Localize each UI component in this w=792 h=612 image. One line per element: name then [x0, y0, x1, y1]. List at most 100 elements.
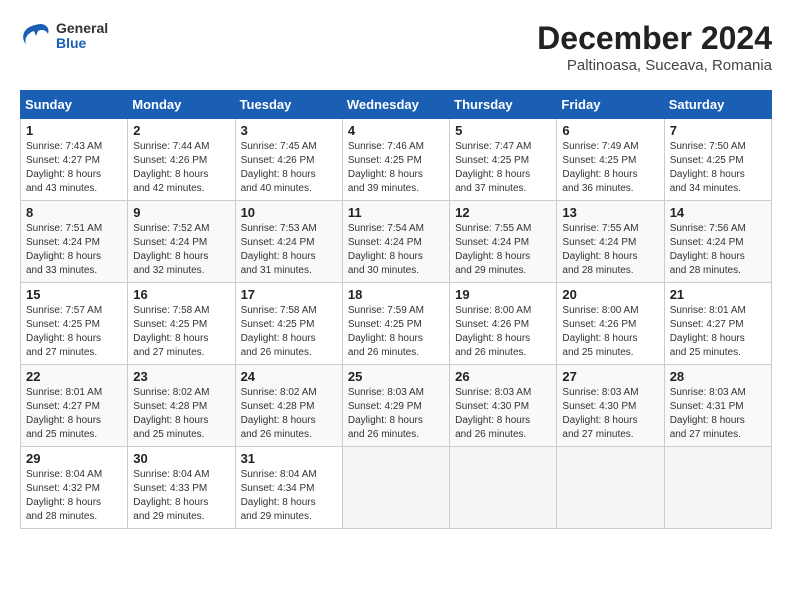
calendar-day-cell: 25 Sunrise: 8:03 AMSunset: 4:29 PMDaylig… — [342, 365, 449, 447]
weekday-header-friday: Friday — [557, 91, 664, 119]
day-number: 31 — [241, 451, 337, 466]
calendar-day-cell: 13 Sunrise: 7:55 AMSunset: 4:24 PMDaylig… — [557, 201, 664, 283]
day-number: 7 — [670, 123, 766, 138]
day-number: 16 — [133, 287, 229, 302]
calendar-week-row: 29 Sunrise: 8:04 AMSunset: 4:32 PMDaylig… — [21, 447, 772, 529]
calendar-day-cell: 4 Sunrise: 7:46 AMSunset: 4:25 PMDayligh… — [342, 119, 449, 201]
calendar-table: SundayMondayTuesdayWednesdayThursdayFrid… — [20, 90, 772, 529]
logo-general-text: General — [56, 21, 108, 36]
day-info: Sunrise: 8:03 AMSunset: 4:31 PMDaylight:… — [670, 386, 766, 442]
day-number: 15 — [26, 287, 122, 302]
calendar-title: December 2024 — [537, 20, 772, 57]
day-number: 24 — [241, 369, 337, 384]
calendar-day-cell: 12 Sunrise: 7:55 AMSunset: 4:24 PMDaylig… — [450, 201, 557, 283]
day-number: 9 — [133, 205, 229, 220]
day-info: Sunrise: 7:56 AMSunset: 4:24 PMDaylight:… — [670, 222, 766, 278]
day-number: 17 — [241, 287, 337, 302]
calendar-day-cell: 7 Sunrise: 7:50 AMSunset: 4:25 PMDayligh… — [664, 119, 771, 201]
calendar-day-cell: 19 Sunrise: 8:00 AMSunset: 4:26 PMDaylig… — [450, 283, 557, 365]
day-number: 6 — [562, 123, 658, 138]
day-info: Sunrise: 7:52 AMSunset: 4:24 PMDaylight:… — [133, 222, 229, 278]
weekday-header-saturday: Saturday — [664, 91, 771, 119]
day-info: Sunrise: 7:57 AMSunset: 4:25 PMDaylight:… — [26, 304, 122, 360]
logo-blue-text: Blue — [56, 36, 108, 51]
day-info: Sunrise: 7:46 AMSunset: 4:25 PMDaylight:… — [348, 140, 444, 196]
calendar-day-cell — [664, 447, 771, 529]
day-number: 11 — [348, 205, 444, 220]
day-number: 8 — [26, 205, 122, 220]
calendar-day-cell — [450, 447, 557, 529]
calendar-week-row: 15 Sunrise: 7:57 AMSunset: 4:25 PMDaylig… — [21, 283, 772, 365]
calendar-day-cell: 1 Sunrise: 7:43 AMSunset: 4:27 PMDayligh… — [21, 119, 128, 201]
day-info: Sunrise: 7:58 AMSunset: 4:25 PMDaylight:… — [241, 304, 337, 360]
calendar-day-cell: 23 Sunrise: 8:02 AMSunset: 4:28 PMDaylig… — [128, 365, 235, 447]
calendar-day-cell: 21 Sunrise: 8:01 AMSunset: 4:27 PMDaylig… — [664, 283, 771, 365]
calendar-day-cell: 9 Sunrise: 7:52 AMSunset: 4:24 PMDayligh… — [128, 201, 235, 283]
day-number: 22 — [26, 369, 122, 384]
day-info: Sunrise: 8:00 AMSunset: 4:26 PMDaylight:… — [562, 304, 658, 360]
calendar-day-cell: 10 Sunrise: 7:53 AMSunset: 4:24 PMDaylig… — [235, 201, 342, 283]
day-number: 14 — [670, 205, 766, 220]
calendar-day-cell: 2 Sunrise: 7:44 AMSunset: 4:26 PMDayligh… — [128, 119, 235, 201]
day-number: 2 — [133, 123, 229, 138]
logo: General Blue — [20, 20, 108, 52]
calendar-day-cell — [342, 447, 449, 529]
day-info: Sunrise: 7:47 AMSunset: 4:25 PMDaylight:… — [455, 140, 551, 196]
day-info: Sunrise: 7:43 AMSunset: 4:27 PMDaylight:… — [26, 140, 122, 196]
calendar-day-cell: 22 Sunrise: 8:01 AMSunset: 4:27 PMDaylig… — [21, 365, 128, 447]
day-number: 23 — [133, 369, 229, 384]
calendar-day-cell: 14 Sunrise: 7:56 AMSunset: 4:24 PMDaylig… — [664, 201, 771, 283]
calendar-week-row: 8 Sunrise: 7:51 AMSunset: 4:24 PMDayligh… — [21, 201, 772, 283]
weekday-header-wednesday: Wednesday — [342, 91, 449, 119]
day-info: Sunrise: 7:59 AMSunset: 4:25 PMDaylight:… — [348, 304, 444, 360]
calendar-day-cell: 8 Sunrise: 7:51 AMSunset: 4:24 PMDayligh… — [21, 201, 128, 283]
day-info: Sunrise: 7:58 AMSunset: 4:25 PMDaylight:… — [133, 304, 229, 360]
calendar-day-cell: 30 Sunrise: 8:04 AMSunset: 4:33 PMDaylig… — [128, 447, 235, 529]
calendar-day-cell: 31 Sunrise: 8:04 AMSunset: 4:34 PMDaylig… — [235, 447, 342, 529]
calendar-day-cell: 11 Sunrise: 7:54 AMSunset: 4:24 PMDaylig… — [342, 201, 449, 283]
day-info: Sunrise: 8:02 AMSunset: 4:28 PMDaylight:… — [241, 386, 337, 442]
weekday-header-sunday: Sunday — [21, 91, 128, 119]
day-info: Sunrise: 8:03 AMSunset: 4:29 PMDaylight:… — [348, 386, 444, 442]
day-number: 27 — [562, 369, 658, 384]
day-info: Sunrise: 8:04 AMSunset: 4:33 PMDaylight:… — [133, 468, 229, 524]
day-info: Sunrise: 8:01 AMSunset: 4:27 PMDaylight:… — [670, 304, 766, 360]
calendar-day-cell: 6 Sunrise: 7:49 AMSunset: 4:25 PMDayligh… — [557, 119, 664, 201]
calendar-day-cell: 17 Sunrise: 7:58 AMSunset: 4:25 PMDaylig… — [235, 283, 342, 365]
calendar-day-cell: 5 Sunrise: 7:47 AMSunset: 4:25 PMDayligh… — [450, 119, 557, 201]
calendar-day-cell: 26 Sunrise: 8:03 AMSunset: 4:30 PMDaylig… — [450, 365, 557, 447]
day-number: 20 — [562, 287, 658, 302]
logo-bird-icon — [20, 20, 52, 52]
day-number: 13 — [562, 205, 658, 220]
page-header: General Blue December 2024 Paltinoasa, S… — [20, 20, 772, 74]
calendar-day-cell: 16 Sunrise: 7:58 AMSunset: 4:25 PMDaylig… — [128, 283, 235, 365]
day-number: 19 — [455, 287, 551, 302]
calendar-day-cell: 20 Sunrise: 8:00 AMSunset: 4:26 PMDaylig… — [557, 283, 664, 365]
calendar-week-row: 1 Sunrise: 7:43 AMSunset: 4:27 PMDayligh… — [21, 119, 772, 201]
day-info: Sunrise: 8:03 AMSunset: 4:30 PMDaylight:… — [562, 386, 658, 442]
day-number: 18 — [348, 287, 444, 302]
day-info: Sunrise: 8:02 AMSunset: 4:28 PMDaylight:… — [133, 386, 229, 442]
calendar-day-cell: 29 Sunrise: 8:04 AMSunset: 4:32 PMDaylig… — [21, 447, 128, 529]
day-info: Sunrise: 8:00 AMSunset: 4:26 PMDaylight:… — [455, 304, 551, 360]
day-info: Sunrise: 7:54 AMSunset: 4:24 PMDaylight:… — [348, 222, 444, 278]
day-number: 28 — [670, 369, 766, 384]
day-info: Sunrise: 7:45 AMSunset: 4:26 PMDaylight:… — [241, 140, 337, 196]
calendar-subtitle: Paltinoasa, Suceava, Romania — [537, 57, 772, 74]
calendar-day-cell: 27 Sunrise: 8:03 AMSunset: 4:30 PMDaylig… — [557, 365, 664, 447]
day-info: Sunrise: 7:53 AMSunset: 4:24 PMDaylight:… — [241, 222, 337, 278]
day-info: Sunrise: 7:50 AMSunset: 4:25 PMDaylight:… — [670, 140, 766, 196]
day-number: 26 — [455, 369, 551, 384]
day-info: Sunrise: 7:49 AMSunset: 4:25 PMDaylight:… — [562, 140, 658, 196]
weekday-header-row: SundayMondayTuesdayWednesdayThursdayFrid… — [21, 91, 772, 119]
calendar-day-cell: 3 Sunrise: 7:45 AMSunset: 4:26 PMDayligh… — [235, 119, 342, 201]
day-info: Sunrise: 8:04 AMSunset: 4:34 PMDaylight:… — [241, 468, 337, 524]
calendar-day-cell: 18 Sunrise: 7:59 AMSunset: 4:25 PMDaylig… — [342, 283, 449, 365]
day-info: Sunrise: 7:44 AMSunset: 4:26 PMDaylight:… — [133, 140, 229, 196]
day-info: Sunrise: 8:04 AMSunset: 4:32 PMDaylight:… — [26, 468, 122, 524]
calendar-day-cell: 28 Sunrise: 8:03 AMSunset: 4:31 PMDaylig… — [664, 365, 771, 447]
weekday-header-monday: Monday — [128, 91, 235, 119]
day-number: 4 — [348, 123, 444, 138]
day-number: 5 — [455, 123, 551, 138]
weekday-header-tuesday: Tuesday — [235, 91, 342, 119]
